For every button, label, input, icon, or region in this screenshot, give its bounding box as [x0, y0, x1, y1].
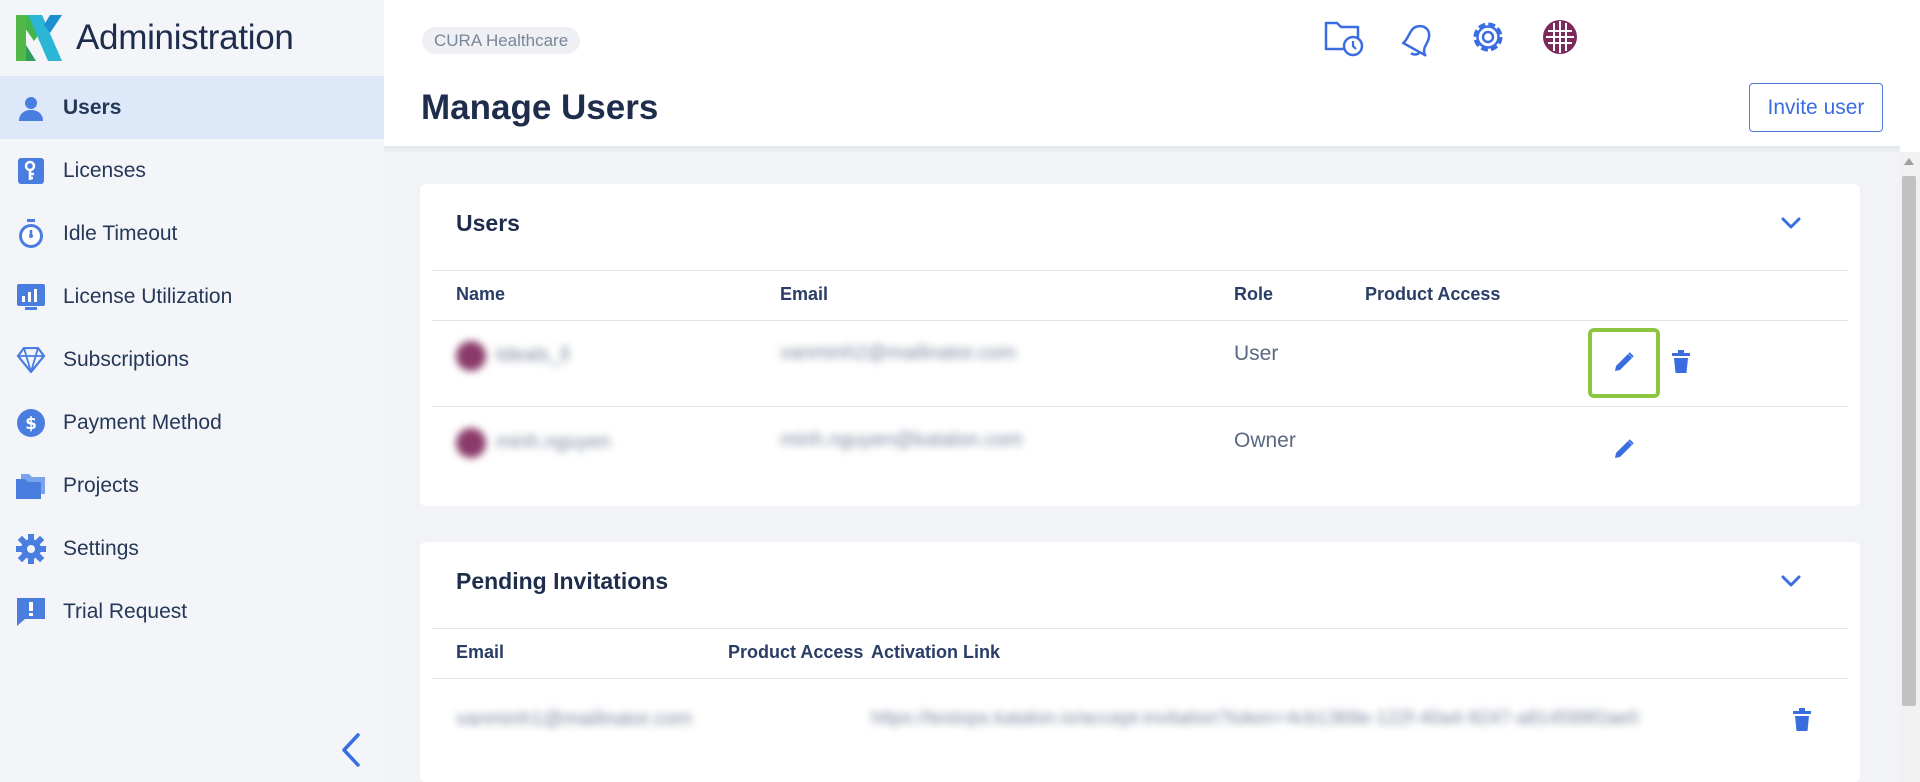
settings-button[interactable]	[1468, 16, 1508, 58]
chevron-down-icon[interactable]	[1780, 216, 1802, 230]
settings-gear-icon	[1473, 22, 1503, 52]
user-email: vanminh2@mailinator.com	[780, 342, 1016, 364]
avatar	[456, 428, 486, 458]
brand: Administration	[16, 14, 294, 62]
folder-clock-icon	[1324, 21, 1364, 57]
bell-icon	[1401, 24, 1431, 57]
trash-icon	[1672, 350, 1690, 373]
column-header-product-access[interactable]: Product Access	[1365, 284, 1500, 305]
sidebar-item-settings[interactable]: Settings	[0, 517, 384, 580]
avatar	[456, 341, 486, 371]
notifications-button[interactable]	[1396, 16, 1436, 58]
activation-link[interactable]: https://testops.katalon.io/accept-invita…	[871, 708, 1638, 730]
pencil-icon	[1615, 439, 1634, 458]
sidebar-item-label: Licenses	[63, 158, 146, 182]
sidebar-item-label: Projects	[63, 473, 139, 497]
divider	[432, 320, 1848, 321]
column-header-role[interactable]: Role	[1234, 284, 1273, 305]
delete-user-button[interactable]	[1665, 346, 1697, 378]
users-card-title: Users	[456, 210, 520, 236]
sidebar-item-license-utilization[interactable]: License Utilization	[0, 265, 384, 328]
alert-message-icon	[14, 595, 48, 629]
license-key-icon	[14, 154, 48, 188]
main-content: Users Name Email Role Product Access tde…	[384, 152, 1900, 782]
katalon-logo-icon	[16, 15, 62, 61]
user-name: tdeals_ll	[496, 344, 570, 366]
user-name: minh.nguyen	[496, 431, 611, 453]
sidebar: Administration Users Licenses Idle Timeo…	[0, 0, 384, 782]
dollar-coin-icon: $	[14, 406, 48, 440]
gear-icon	[14, 532, 48, 566]
chevron-left-icon	[342, 733, 360, 767]
column-header-email[interactable]: Email	[780, 284, 828, 305]
delete-invitation-button[interactable]	[1786, 704, 1818, 736]
edit-user-button[interactable]	[1608, 346, 1640, 378]
invite-email: vanminh1@mailinator.com	[456, 708, 692, 730]
user-role: Owner	[1234, 429, 1296, 452]
recent-projects-button[interactable]	[1324, 16, 1364, 58]
sidebar-item-label: Subscriptions	[63, 347, 190, 371]
collapse-sidebar-button[interactable]	[336, 732, 364, 768]
user-avatar-button[interactable]	[1540, 16, 1580, 58]
diamond-icon	[14, 343, 48, 377]
sidebar-item-projects[interactable]: Projects	[0, 454, 384, 517]
sidebar-item-payment-method[interactable]: $ Payment Method	[0, 391, 384, 454]
invite-user-button[interactable]: Invite user	[1749, 83, 1883, 132]
avatar-icon	[1543, 20, 1577, 54]
sidebar-item-label: Idle Timeout	[63, 221, 178, 245]
sidebar-item-label: Payment Method	[63, 410, 222, 434]
divider	[432, 406, 1848, 407]
user-role: User	[1234, 342, 1279, 365]
column-header-product-access[interactable]: Product Access	[728, 642, 863, 663]
scrollbar[interactable]	[1899, 152, 1920, 782]
user-icon	[14, 91, 48, 125]
sidebar-item-label: Settings	[63, 536, 139, 560]
sidebar-item-label: License Utilization	[63, 284, 233, 308]
stopwatch-icon	[14, 217, 48, 251]
divider	[432, 628, 1848, 629]
pending-card-title: Pending Invitations	[456, 568, 669, 594]
chart-monitor-icon	[14, 280, 48, 314]
sidebar-item-users[interactable]: Users	[0, 76, 384, 139]
topbar-actions	[1292, 16, 1580, 58]
users-card: Users Name Email Role Product Access tde…	[420, 184, 1860, 506]
edit-user-button[interactable]	[1608, 433, 1640, 465]
column-header-name[interactable]: Name	[456, 284, 505, 305]
app-title: Administration	[76, 18, 294, 57]
column-header-activation-link[interactable]: Activation Link	[871, 642, 1000, 663]
sidebar-item-label: Users	[63, 95, 122, 119]
user-email: minh.nguyen@katalon.com	[780, 429, 1023, 451]
svg-text:$: $	[25, 414, 37, 434]
page-title: Manage Users	[421, 88, 659, 127]
sidebar-nav: Users Licenses Idle Timeout License Util…	[0, 76, 384, 643]
chevron-down-icon[interactable]	[1780, 574, 1802, 588]
column-header-email[interactable]: Email	[456, 642, 504, 663]
sidebar-item-trial-request[interactable]: Trial Request	[0, 580, 384, 643]
trash-icon	[1793, 708, 1811, 731]
scrollbar-thumb[interactable]	[1902, 176, 1916, 706]
sidebar-item-label: Trial Request	[63, 599, 188, 623]
divider	[432, 678, 1848, 679]
divider	[432, 270, 1848, 271]
pending-invitations-card: Pending Invitations Email Product Access…	[420, 542, 1860, 782]
scroll-up-arrow-icon[interactable]	[1904, 158, 1914, 165]
folders-icon	[14, 469, 48, 503]
sidebar-item-idle-timeout[interactable]: Idle Timeout	[0, 202, 384, 265]
sidebar-item-licenses[interactable]: Licenses	[0, 139, 384, 202]
pencil-icon	[1615, 352, 1634, 371]
organization-badge[interactable]: CURA Healthcare	[422, 27, 581, 54]
sidebar-item-subscriptions[interactable]: Subscriptions	[0, 328, 384, 391]
